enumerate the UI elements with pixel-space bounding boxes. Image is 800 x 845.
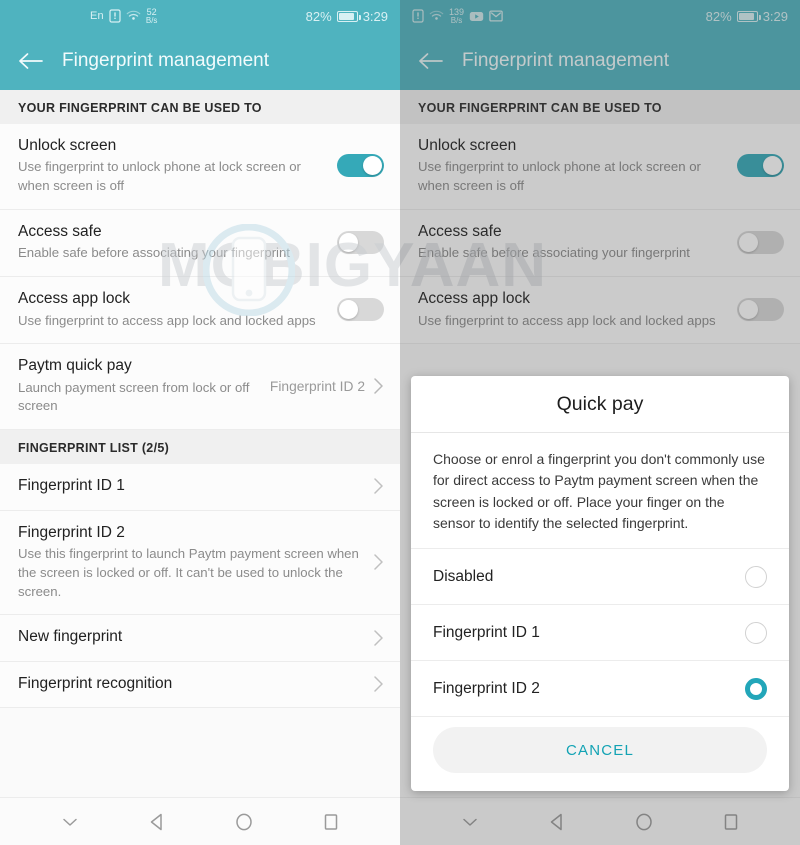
data-rate-indicator: 52 B/s bbox=[145, 7, 158, 25]
row-control bbox=[337, 154, 384, 178]
wifi-icon bbox=[126, 10, 141, 22]
row-subtitle: Use fingerprint to access app lock and l… bbox=[18, 312, 316, 328]
radio-button-fingerprint-id-1[interactable] bbox=[745, 621, 767, 644]
row-title: Paytm quick pay bbox=[18, 357, 132, 375]
list-item-fingerprint-id-1[interactable]: Fingerprint ID 1 bbox=[0, 464, 400, 511]
left-phone-screen: En 52 B/s 82% 3:29 Fingerprint managemen… bbox=[0, 0, 400, 845]
list-item-fingerprint-id-2[interactable]: Fingerprint ID 2 Use this fingerprint to… bbox=[0, 511, 400, 616]
row-text: New fingerprint bbox=[18, 627, 373, 647]
toggle-access-app-lock[interactable] bbox=[337, 298, 384, 322]
dialog-title: Quick pay bbox=[411, 376, 789, 433]
dialog-option-disabled[interactable]: Disabled bbox=[411, 548, 789, 604]
row-control: Fingerprint ID 2 bbox=[270, 377, 384, 395]
radio-button-fingerprint-id-2[interactable] bbox=[745, 677, 767, 700]
dialog-option-fingerprint-id-2[interactable]: Fingerprint ID 2 bbox=[411, 660, 789, 716]
chevron-down-icon[interactable] bbox=[50, 802, 90, 842]
section-header-fingerprint-list: FINGERPRINT LIST (2/5) bbox=[0, 430, 400, 465]
row-control bbox=[337, 298, 384, 322]
input-language-indicator: En bbox=[90, 10, 104, 22]
option-label: Disabled bbox=[433, 567, 494, 585]
list-item-unlock-screen[interactable]: Unlock screen Use fingerprint to unlock … bbox=[0, 124, 400, 210]
list-item-access-safe[interactable]: Access safe Enable safe before associati… bbox=[0, 210, 400, 278]
option-label: Fingerprint ID 1 bbox=[433, 623, 540, 641]
right-phone-screen: 139 B/s 82% 3:29 Fingerprint management … bbox=[400, 0, 800, 845]
usage-options-list: Unlock screen Use fingerprint to unlock … bbox=[0, 124, 400, 431]
dialog-option-fingerprint-id-1[interactable]: Fingerprint ID 1 bbox=[411, 604, 789, 660]
list-item-fingerprint-recognition[interactable]: Fingerprint recognition bbox=[0, 662, 400, 709]
row-control bbox=[337, 231, 384, 255]
radio-button-disabled[interactable] bbox=[745, 565, 767, 588]
dialog-description: Choose or enrol a fingerprint you don't … bbox=[433, 451, 765, 531]
dialog-actions: CANCEL bbox=[411, 716, 789, 791]
row-text: Access app lock Use fingerprint to acces… bbox=[18, 289, 337, 330]
sim-alert-icon bbox=[109, 9, 121, 23]
row-text: Fingerprint ID 2 Use this fingerprint to… bbox=[18, 523, 373, 602]
toggle-access-safe[interactable] bbox=[337, 231, 384, 255]
row-subtitle: Launch payment screen from lock or off s… bbox=[18, 379, 250, 414]
square-recents-icon[interactable] bbox=[311, 802, 351, 842]
row-text: Paytm quick pay Launch payment screen fr… bbox=[18, 356, 270, 416]
row-subtitle: Use this fingerprint to launch Paytm pay… bbox=[18, 546, 359, 599]
row-title: Fingerprint ID 2 bbox=[18, 523, 125, 541]
data-rate-unit: B/s bbox=[145, 15, 158, 25]
chevron-right-icon bbox=[373, 377, 384, 395]
row-title: New fingerprint bbox=[18, 628, 123, 646]
system-navigation-bar bbox=[0, 797, 400, 845]
list-item-new-fingerprint[interactable]: New fingerprint bbox=[0, 615, 400, 662]
chevron-right-icon bbox=[373, 675, 384, 693]
cancel-button[interactable]: CANCEL bbox=[433, 727, 767, 774]
chevron-right-icon bbox=[373, 629, 384, 647]
row-title: Fingerprint recognition bbox=[18, 674, 173, 692]
row-title: Access app lock bbox=[18, 290, 130, 308]
settings-content: YOUR FINGERPRINT CAN BE USED TO Unlock s… bbox=[0, 90, 400, 845]
dual-screenshot-comparison: En 52 B/s 82% 3:29 Fingerprint managemen… bbox=[0, 0, 800, 845]
chevron-right-icon bbox=[373, 477, 384, 495]
list-item-paytm-quick-pay[interactable]: Paytm quick pay Launch payment screen fr… bbox=[0, 344, 400, 431]
status-bar: En 52 B/s 82% 3:29 bbox=[0, 0, 400, 32]
paytm-quick-pay-value: Fingerprint ID 2 bbox=[269, 378, 365, 394]
triangle-back-icon[interactable] bbox=[137, 802, 177, 842]
quick-pay-dialog: Quick pay Choose or enrol a fingerprint … bbox=[411, 376, 789, 792]
row-text: Fingerprint ID 1 bbox=[18, 476, 373, 496]
toggle-unlock-screen[interactable] bbox=[337, 154, 384, 178]
section-header-usage: YOUR FINGERPRINT CAN BE USED TO bbox=[0, 90, 400, 124]
option-label: Fingerprint ID 2 bbox=[433, 679, 540, 697]
status-bar-clock: 3:29 bbox=[362, 8, 388, 24]
app-bar: Fingerprint management bbox=[0, 32, 400, 90]
circle-home-icon[interactable] bbox=[224, 802, 264, 842]
page-title: Fingerprint management bbox=[62, 50, 269, 71]
row-title: Access safe bbox=[18, 222, 102, 240]
chevron-right-icon bbox=[373, 553, 384, 571]
row-text: Unlock screen Use fingerprint to unlock … bbox=[18, 136, 337, 196]
row-text: Fingerprint recognition bbox=[18, 674, 373, 694]
row-title: Unlock screen bbox=[18, 137, 117, 154]
row-title: Fingerprint ID 1 bbox=[18, 477, 125, 495]
row-subtitle: Enable safe before associating your fing… bbox=[18, 245, 290, 261]
battery-percent-label: 82% bbox=[305, 8, 332, 24]
row-text: Access safe Enable safe before associati… bbox=[18, 222, 337, 263]
battery-icon bbox=[336, 10, 361, 22]
list-item-access-app-lock[interactable]: Access app lock Use fingerprint to acces… bbox=[0, 277, 400, 345]
back-arrow-icon[interactable] bbox=[14, 44, 48, 78]
row-subtitle: Use fingerprint to unlock phone at lock … bbox=[18, 159, 301, 194]
fingerprint-list: Fingerprint ID 1 Fingerprint ID 2 Use th… bbox=[0, 464, 400, 709]
